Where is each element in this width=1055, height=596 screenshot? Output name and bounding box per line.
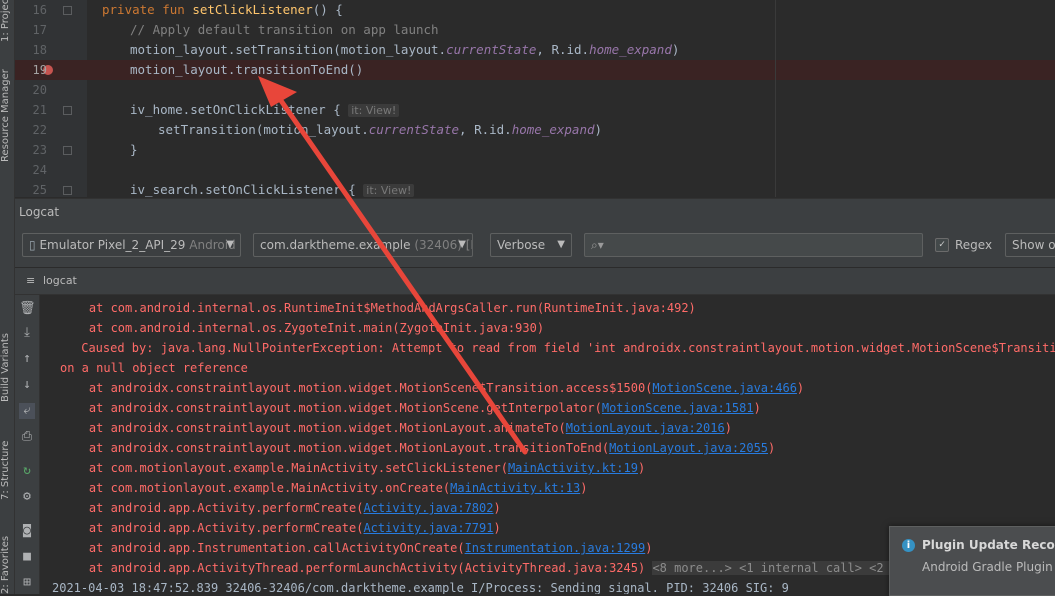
annotation-arrow	[258, 76, 528, 455]
notification-body: Android Gradle Plugin is r	[922, 560, 1055, 574]
arrow-shaft	[272, 89, 528, 455]
info-icon: i	[902, 539, 915, 552]
arrow-head	[258, 76, 297, 107]
notification-title: Plugin Update Recomme	[922, 538, 1055, 552]
plugin-update-notification[interactable]: i Plugin Update Recomme Android Gradle P…	[889, 526, 1055, 596]
